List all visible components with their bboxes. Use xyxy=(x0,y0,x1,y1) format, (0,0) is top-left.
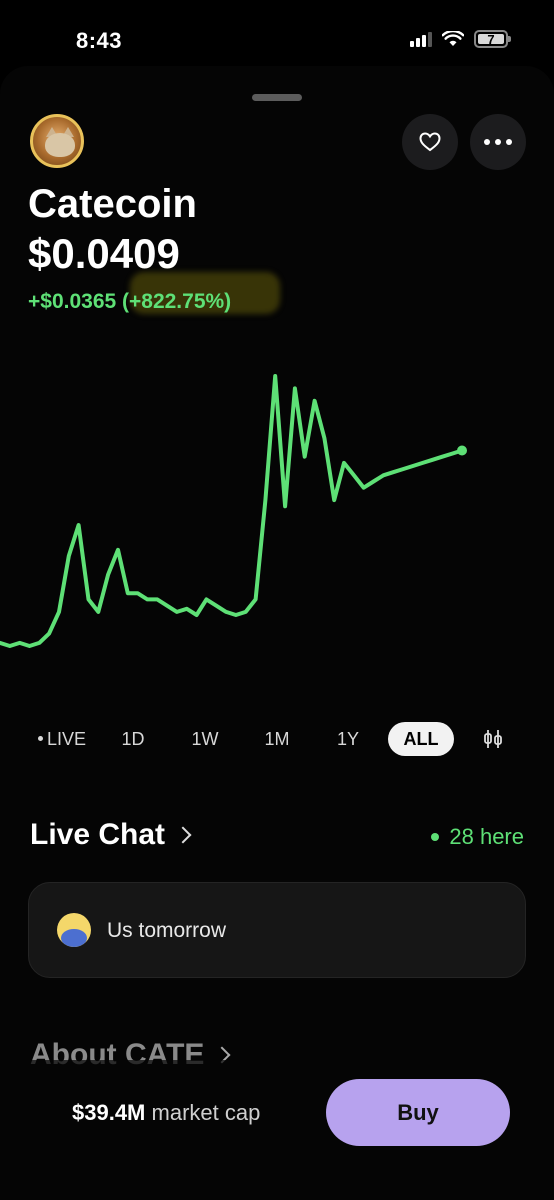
range-label: 1Y xyxy=(336,729,360,749)
current-price-marker xyxy=(457,445,467,456)
range-live[interactable]: LIVE xyxy=(30,722,94,756)
range-1m[interactable]: 1M xyxy=(250,722,304,756)
live-chat-preview[interactable]: Us tomorrow xyxy=(28,882,526,978)
range-1y[interactable]: 1Y xyxy=(322,722,374,756)
more-dots-icon xyxy=(484,139,512,145)
favorite-button[interactable] xyxy=(402,114,458,170)
range-label: 1D xyxy=(121,729,145,749)
range-1w[interactable]: 1W xyxy=(178,722,232,756)
user-avatar xyxy=(57,913,91,947)
coin-name: Catecoin xyxy=(28,182,197,226)
more-options-button[interactable] xyxy=(470,114,526,170)
price-line xyxy=(0,374,464,648)
sheet-grabber[interactable] xyxy=(252,94,302,101)
market-cap-label: market cap xyxy=(151,1100,261,1125)
range-label: 1W xyxy=(191,729,219,749)
live-chat-title: Live Chat xyxy=(30,818,166,851)
range-all[interactable]: ALL xyxy=(388,722,454,756)
online-count-label: 28 here xyxy=(449,824,524,849)
battery-level: 7 xyxy=(487,31,495,47)
cat-coin-logo xyxy=(30,114,84,168)
chat-message: Us tomorrow xyxy=(107,919,227,942)
price-change: +$0.0365 (+822.75%) xyxy=(28,290,232,313)
online-dot-icon xyxy=(431,833,440,841)
online-count: 28 here xyxy=(431,824,524,850)
live-dot-icon xyxy=(37,735,43,741)
market-cap-value: $39.4M xyxy=(72,1100,146,1125)
status-time: 8:43 xyxy=(76,28,123,53)
candlestick-icon[interactable] xyxy=(482,729,504,749)
battery-icon: 7 xyxy=(474,30,511,48)
buy-button[interactable]: Buy xyxy=(326,1079,510,1146)
range-label: LIVE xyxy=(46,729,87,749)
live-chat-header[interactable]: Live Chat xyxy=(30,818,192,852)
wifi-icon xyxy=(442,31,464,46)
market-cap: $39.4M market cap xyxy=(72,1100,260,1126)
chevron-right-icon xyxy=(174,826,192,844)
status-icons: 7 xyxy=(410,30,511,48)
range-label: ALL xyxy=(403,729,439,749)
range-label: 1M xyxy=(264,729,290,749)
range-1d[interactable]: 1D xyxy=(110,722,156,756)
heart-icon xyxy=(419,132,441,152)
price-chart[interactable] xyxy=(0,360,554,680)
time-range-selector: LIVE 1D 1W 1M 1Y ALL xyxy=(0,722,554,756)
coin-price: $0.0409 xyxy=(28,230,180,277)
cellular-signal-icon xyxy=(410,31,432,47)
